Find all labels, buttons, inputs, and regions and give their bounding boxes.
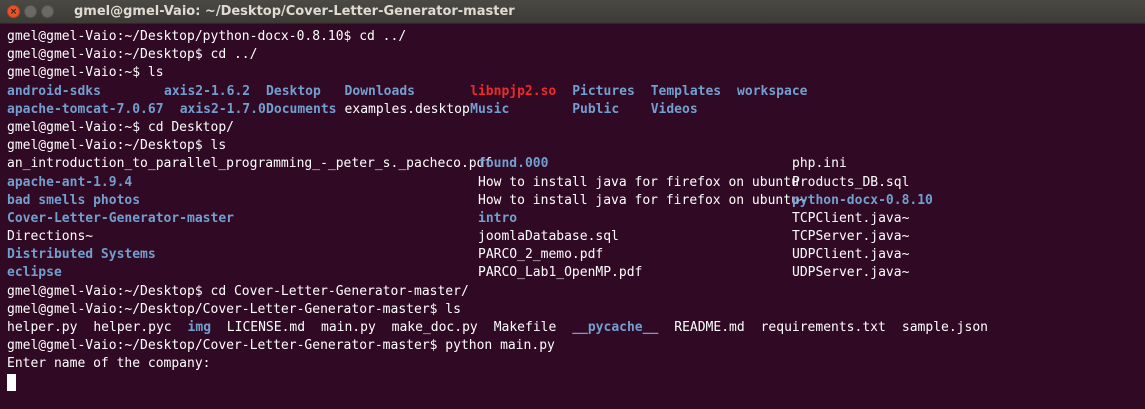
terminal-line: apache-ant-1.9.4 How to install java for …	[7, 174, 1145, 192]
terminal-line: gmel@gmel-Vaio:~/Desktop/Cover-Letter-Ge…	[7, 337, 1145, 355]
terminal-line: apache-tomcat-7.0.67 axis2-1.7.0 Documents…	[7, 101, 1145, 119]
terminal-line: gmel@gmel-Vaio:~/Desktop$ cd ../	[7, 46, 1145, 64]
terminal-text: Products_DB.sql	[792, 174, 910, 190]
terminal-text: gmel@gmel-Vaio:~/Desktop$ ls	[7, 138, 227, 154]
directory-entry: intro	[478, 210, 518, 226]
terminal-line: Distributed Systems PARCO_2_memo.pdf UDPCl…	[7, 246, 1145, 264]
terminal-line: bad smells photos How to install java for…	[7, 192, 1145, 210]
directory-entry: bad smells photos	[7, 192, 141, 208]
directory-entry: apache-ant-1.9.4	[7, 174, 133, 190]
directory-entry: workspace	[737, 83, 808, 99]
terminal-text: make_doc.py	[391, 320, 478, 335]
directory-entry: Downloads	[344, 83, 415, 99]
terminal-text: an_introduction_to_parallel_programming_…	[7, 156, 493, 172]
directory-entry: apache-tomcat-7.0.67	[7, 101, 164, 117]
directory-entry: found.000	[478, 156, 549, 172]
terminal-text: gmel@gmel-Vaio:~$ cd Desktop/	[7, 119, 234, 135]
directory-entry: Templates	[650, 83, 722, 99]
terminal-line: gmel@gmel-Vaio:~/Desktop$ ls	[7, 137, 1145, 155]
terminal-line: Enter name of the company:	[7, 355, 1145, 373]
terminal-window: × gmel@gmel-Vaio: ~/Desktop/Cover-Letter…	[0, 0, 1145, 409]
terminal-text: helper.py	[7, 320, 78, 335]
text-cursor	[7, 373, 16, 391]
directory-entry: Desktop	[266, 83, 321, 99]
maximize-icon[interactable]	[41, 5, 54, 18]
archive-entry: libnpjp2.so	[470, 83, 557, 99]
terminal-line: gmel@gmel-Vaio:~/Desktop$ cd Cover-Lette…	[7, 283, 1145, 301]
directory-entry: eclipse	[7, 265, 62, 281]
terminal-text: Makefile	[493, 320, 557, 335]
terminal-text: gmel@gmel-Vaio:~/Desktop/Cover-Letter-Ge…	[7, 301, 461, 317]
directory-entry: axis2-1.6.2	[164, 83, 251, 99]
directory-entry: Music	[470, 101, 510, 117]
terminal-line: gmel@gmel-Vaio:~/Desktop/python-docx-0.8…	[7, 28, 1145, 46]
window-title: gmel@gmel-Vaio: ~/Desktop/Cover-Letter-G…	[74, 4, 515, 19]
terminal-text: gmel@gmel-Vaio:~$ ls	[7, 65, 164, 81]
terminal-text: UDPServer.java~	[792, 265, 910, 281]
terminal-line: android-sdks axis2-1.6.2 Desktop Downloads l…	[7, 83, 1145, 101]
directory-entry: Documents	[266, 101, 337, 117]
terminal-output[interactable]: gmel@gmel-Vaio:~/Desktop/python-docx-0.8…	[0, 24, 1145, 409]
terminal-text: UDPClient.java~	[792, 247, 910, 263]
terminal-text: joomlaDatabase.sql	[478, 229, 619, 245]
terminal-text: gmel@gmel-Vaio:~/Desktop$ cd Cover-Lette…	[7, 283, 469, 299]
terminal-text: helper.pyc	[93, 320, 172, 335]
directory-entry: Pictures	[572, 83, 635, 99]
terminal-text: Enter name of the company:	[7, 356, 211, 372]
terminal-text: README.md	[674, 320, 745, 335]
prompt-line[interactable]	[7, 373, 1145, 392]
terminal-line: eclipse PARCO_Lab1_OpenMP.pdf UDPServer.ja…	[7, 264, 1145, 282]
close-icon[interactable]: ×	[7, 5, 20, 18]
title-bar[interactable]: × gmel@gmel-Vaio: ~/Desktop/Cover-Letter…	[0, 0, 1145, 24]
directory-entry: img	[187, 320, 212, 335]
directory-entry: Distributed Systems	[7, 247, 156, 263]
terminal-text: gmel@gmel-Vaio:~/Desktop$ cd ../	[7, 47, 258, 63]
terminal-text: TCPServer.java~	[792, 229, 910, 245]
terminal-text: How to install java for firefox on ubunt…	[478, 192, 807, 208]
minimize-icon[interactable]	[24, 5, 37, 18]
terminal-text: LICENSE.md	[226, 320, 306, 335]
terminal-text: Directions~	[7, 229, 94, 245]
terminal-text: main.py	[321, 320, 376, 335]
terminal-text: sample.json	[901, 320, 988, 335]
directory-entry: android-sdks	[7, 83, 101, 99]
directory-entry: Public	[572, 101, 620, 117]
terminal-line: helper.py helper.pyc img LICENSE.md main.py m…	[7, 319, 1145, 337]
directory-entry: axis2-1.7.0	[179, 101, 266, 117]
terminal-text: gmel@gmel-Vaio:~/Desktop/python-docx-0.8…	[7, 29, 407, 44]
terminal-text: php.ini	[792, 156, 847, 172]
terminal-line: gmel@gmel-Vaio:~$ ls	[7, 64, 1145, 82]
terminal-line: gmel@gmel-Vaio:~$ cd Desktop/	[7, 119, 1145, 137]
terminal-line: Cover-Letter-Generator-master intro TCPCli…	[7, 210, 1145, 228]
terminal-text: examples.desktop	[344, 101, 470, 117]
terminal-text: TCPClient.java~	[792, 210, 910, 226]
terminal-line: gmel@gmel-Vaio:~/Desktop/Cover-Letter-Ge…	[7, 301, 1145, 319]
terminal-text: requirements.txt	[760, 320, 886, 335]
terminal-line: an_introduction_to_parallel_programming_…	[7, 155, 1145, 173]
terminal-text: How to install java for firefox on ubunt…	[478, 174, 799, 190]
terminal-line: Directions~ joomlaDatabase.sql TCPServer.j…	[7, 228, 1145, 246]
directory-entry: Cover-Letter-Generator-master	[7, 210, 234, 226]
directory-entry: Videos	[650, 101, 698, 117]
directory-entry: python-docx-0.8.10	[792, 192, 933, 208]
directory-entry: __pycache__	[572, 320, 659, 335]
terminal-text: PARCO_Lab1_OpenMP.pdf	[478, 265, 643, 281]
terminal-text: gmel@gmel-Vaio:~/Desktop/Cover-Letter-Ge…	[7, 338, 555, 354]
terminal-text: PARCO_2_memo.pdf	[478, 247, 604, 263]
